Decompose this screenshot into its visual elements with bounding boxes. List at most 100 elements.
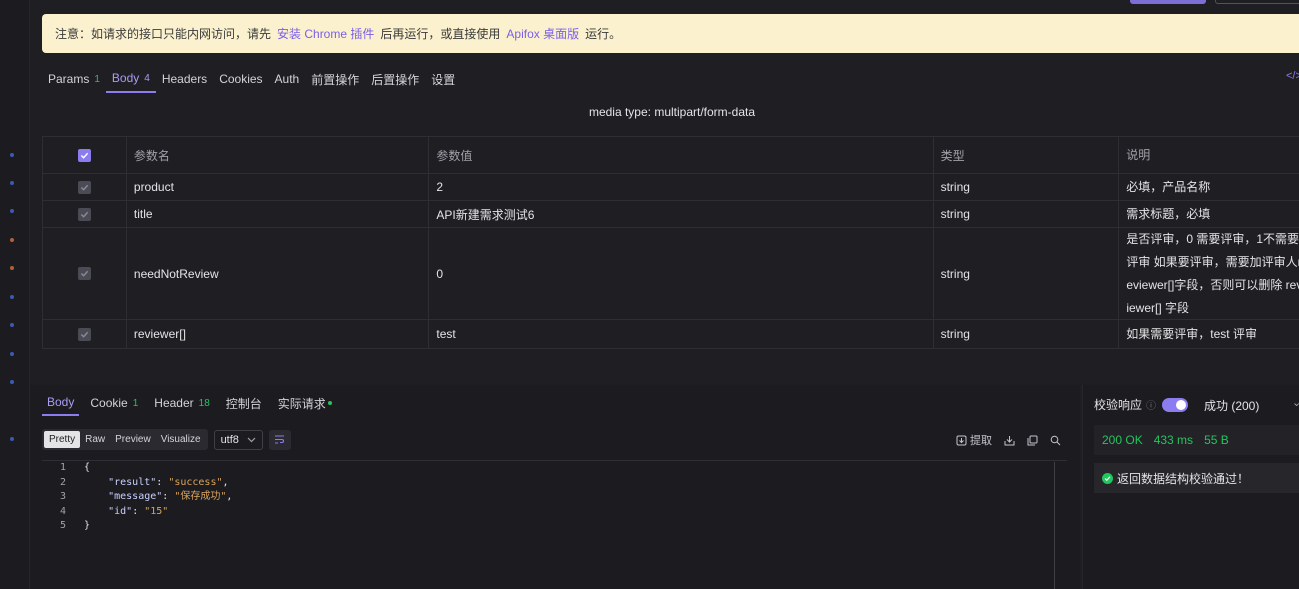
param-name[interactable]: needNotReview <box>127 228 430 319</box>
code-line: 5} <box>42 519 1067 534</box>
row-checkbox[interactable] <box>77 207 91 221</box>
tab-label: 设置 <box>431 72 456 87</box>
help-icon[interactable]: ⓘ <box>1146 397 1156 412</box>
tab-actual-request[interactable]: 实际请求 <box>273 390 337 416</box>
rail-dot[interactable] <box>10 323 14 327</box>
tab-count: 1 <box>94 73 100 85</box>
format-pretty-button[interactable]: Pretty <box>44 431 81 448</box>
download-icon[interactable] <box>1004 435 1015 446</box>
tab-post-processors[interactable]: 后置操作 <box>365 65 425 93</box>
notice-banner: 注意：如请求的接口只能内网访问，请先 安装 Chrome 插件 后再运行，或直接… <box>42 14 1299 53</box>
code-view-icon[interactable]: </> <box>1286 70 1299 82</box>
tab-response-header[interactable]: Header 18 <box>149 390 214 416</box>
response-code-view[interactable]: 1{ 2 "result": "success", 3 "message": "… <box>42 460 1067 589</box>
encoding-select[interactable]: utf8 <box>213 429 263 450</box>
response-size: 55 B <box>1204 433 1229 447</box>
format-visualize-button[interactable]: Visualize <box>156 431 206 448</box>
rail-dot[interactable] <box>10 266 14 270</box>
row-check-cell <box>43 228 127 319</box>
rail-dot[interactable] <box>10 153 14 157</box>
save-button[interactable] <box>1215 0 1299 4</box>
rail-dot[interactable] <box>10 181 14 185</box>
tab-headers[interactable]: Headers <box>156 65 213 93</box>
rail-dot[interactable] <box>10 437 14 441</box>
tab-label: Header <box>154 396 194 410</box>
row-checkbox[interactable] <box>77 180 91 194</box>
validate-mode-select[interactable]: 成功 (200) <box>1204 397 1259 414</box>
rail-dot[interactable] <box>10 238 14 242</box>
param-type[interactable]: string <box>934 228 1120 319</box>
code-text: "result": "success", <box>108 476 229 488</box>
param-name[interactable]: product <box>127 174 430 200</box>
send-button[interactable] <box>1130 0 1206 4</box>
tab-console[interactable]: 控制台 <box>221 390 267 416</box>
param-desc[interactable]: 必填，产品名称 <box>1119 174 1299 200</box>
install-plugin-link[interactable]: 安装 Chrome 插件 <box>277 25 374 42</box>
param-desc[interactable]: 如果需要评审，test 评审 <box>1119 320 1299 348</box>
params-table: 参数名 参数值 类型 说明 product 2 string 必填，产品名称 t… <box>42 136 1299 349</box>
line-number: 2 <box>59 476 66 488</box>
search-icon[interactable] <box>1050 435 1061 446</box>
tab-count: 18 <box>198 397 210 409</box>
tab-label: Body <box>47 395 75 409</box>
code-text: "message": "保存成功", <box>108 491 233 503</box>
select-all-cell <box>43 137 127 173</box>
code-scrollbar[interactable] <box>1054 462 1066 589</box>
column-header: 说明 <box>1126 147 1151 162</box>
notice-prefix: 注意：如请求的接口只能内网访问，请先 <box>55 27 272 41</box>
extract-icon <box>956 435 967 445</box>
json-comma: , <box>222 476 229 488</box>
rail-dot[interactable] <box>10 352 14 356</box>
tab-params[interactable]: Params 1 <box>42 65 106 93</box>
param-type[interactable]: string <box>934 201 1120 227</box>
code-text: "id": "15" <box>108 505 169 517</box>
column-header: 参数值 <box>429 137 934 173</box>
param-type[interactable]: string <box>934 320 1120 348</box>
tab-settings[interactable]: 设置 <box>425 65 461 93</box>
desktop-app-link[interactable]: Apifox 桌面版 <box>506 25 579 42</box>
json-key: "id" <box>108 505 133 517</box>
param-value[interactable]: API新建需求测试6 <box>429 201 934 227</box>
param-value[interactable]: test <box>429 320 934 348</box>
tab-response-cookie[interactable]: Cookie 1 <box>85 390 143 416</box>
json-key: "result" <box>108 476 157 488</box>
rail-dot[interactable] <box>10 380 14 384</box>
param-value[interactable]: 2 <box>429 174 934 200</box>
row-check-cell <box>43 201 127 227</box>
rail-dot[interactable] <box>10 209 14 213</box>
wrap-lines-icon[interactable] <box>268 429 291 450</box>
chevron-down-icon[interactable]: ⌄ <box>1292 396 1299 409</box>
validation-result: 返回数据结构校验通过！ <box>1094 463 1299 493</box>
code-text: { <box>84 462 91 473</box>
tab-label: 实际请求 <box>277 396 326 411</box>
row-checkbox[interactable] <box>77 327 91 341</box>
param-name[interactable]: reviewer[] <box>127 320 430 348</box>
encoding-value: utf8 <box>220 433 239 446</box>
param-desc[interactable]: 需求标题，必填 <box>1119 201 1299 227</box>
line-number: 5 <box>59 520 66 532</box>
select-all-checkbox[interactable] <box>77 148 91 162</box>
tab-count: 4 <box>144 72 150 84</box>
json-key: "message" <box>108 491 163 503</box>
format-preview-button[interactable]: Preview <box>110 431 156 448</box>
tab-response-body[interactable]: Body <box>42 390 80 416</box>
column-header: 类型 <box>934 137 1120 173</box>
tab-cookies[interactable]: Cookies <box>213 65 268 93</box>
format-raw-button[interactable]: Raw <box>80 431 110 448</box>
tab-auth[interactable]: Auth <box>269 65 306 93</box>
row-checkbox[interactable] <box>77 267 91 280</box>
param-desc[interactable]: 是否评审，0 需要评审，1不需要评审 如果要评审，需要加评审人reviewer[… <box>1119 228 1299 319</box>
notice-middle: 后再运行，或直接使用 <box>380 27 501 41</box>
tab-body[interactable]: Body 4 <box>105 65 156 93</box>
json-value: "success" <box>168 476 223 488</box>
param-name[interactable]: title <box>127 201 430 227</box>
tab-label: 控制台 <box>225 396 262 411</box>
extract-button[interactable]: 提取 <box>956 432 992 448</box>
tab-pre-processors[interactable]: 前置操作 <box>305 65 365 93</box>
copy-icon[interactable] <box>1027 435 1038 446</box>
param-type[interactable]: string <box>934 174 1120 200</box>
left-rail <box>0 0 30 589</box>
param-value[interactable]: 0 <box>429 228 934 319</box>
rail-dot[interactable] <box>10 295 14 299</box>
validate-toggle[interactable] <box>1162 397 1189 412</box>
